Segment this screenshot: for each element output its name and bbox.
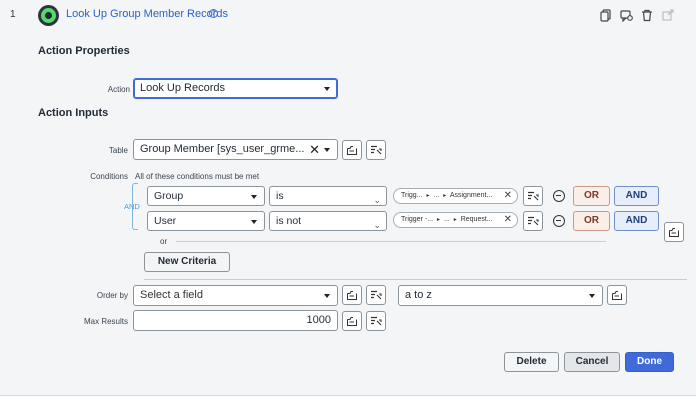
chevron-down-icon: [589, 294, 595, 298]
condition-field-select[interactable]: User: [147, 211, 265, 231]
pill-separator-icon: ▸: [453, 217, 457, 223]
chevron-down-icon: [324, 294, 330, 298]
remove-condition-icon[interactable]: [553, 190, 565, 202]
chevron-down-icon: ⌄: [373, 220, 381, 230]
pill-part: ...: [433, 192, 440, 199]
condition-field-value: User: [154, 215, 177, 227]
max-results-input[interactable]: 1000: [133, 310, 338, 331]
condition-operator-select[interactable]: is not ⌄: [269, 211, 387, 231]
or-button[interactable]: OR: [573, 186, 610, 206]
or-separator-label: or: [160, 237, 168, 246]
data-pill[interactable]: Trigger -... ▸ ... ▸ Request... ✕: [393, 212, 518, 228]
conditions-note: All of these conditions must be met: [135, 172, 260, 181]
action-select[interactable]: Look Up Records: [133, 78, 338, 99]
action-inputs-heading: Action Inputs: [38, 107, 109, 119]
max-results-label: Max Results: [83, 317, 128, 326]
action-label: Action: [107, 85, 130, 94]
data-pill[interactable]: Trigg... ▸ ... ▸ Assignment... ✕: [393, 188, 518, 204]
action-select-value: Look Up Records: [140, 82, 225, 94]
remove-condition-icon[interactable]: [553, 215, 565, 227]
help-icon[interactable]: ?: [209, 9, 218, 18]
conditions-label: Conditions: [90, 172, 128, 181]
condition-operator-value: is not: [276, 215, 302, 227]
and-button[interactable]: AND: [614, 211, 659, 231]
or-button[interactable]: OR: [573, 211, 610, 231]
order-by-select[interactable]: Select a field: [133, 285, 338, 306]
table-label: Table: [108, 146, 128, 155]
pill-part: ...: [443, 216, 450, 223]
table-select-value: Group Member [sys_user_grme...: [140, 143, 305, 155]
pill-separator-icon: ▸: [436, 217, 440, 223]
order-by-placeholder: Select a field: [140, 289, 203, 301]
order-by-label: Order by: [96, 291, 128, 300]
condition-operator-select[interactable]: is ⌄: [269, 186, 387, 206]
chevron-down-icon: [324, 148, 330, 152]
open-external-icon[interactable]: [661, 8, 675, 22]
condition-builder-button[interactable]: [366, 311, 386, 331]
comment-icon[interactable]: [619, 8, 633, 23]
condition-builder-button[interactable]: [366, 140, 386, 160]
pill-separator-icon: ▸: [443, 193, 447, 199]
condition-builder-button[interactable]: [366, 285, 386, 305]
divider: [144, 279, 687, 280]
clear-icon[interactable]: ✕: [309, 140, 320, 159]
trash-icon[interactable]: [640, 8, 654, 22]
data-pill-picker-button[interactable]: [342, 285, 362, 305]
chevron-down-icon: [251, 220, 257, 224]
pill-part: Trigger -...: [401, 216, 434, 223]
action-logo-icon: [38, 5, 59, 26]
data-pill-picker-button[interactable]: [342, 311, 362, 331]
data-pill-picker-button[interactable]: [664, 222, 684, 242]
copy-icon[interactable]: [599, 8, 613, 22]
new-criteria-button[interactable]: New Criteria: [144, 252, 230, 272]
divider: [176, 241, 606, 242]
delete-button[interactable]: Delete: [504, 352, 559, 372]
data-pill-picker-button[interactable]: [607, 285, 627, 305]
condition-builder-button[interactable]: [523, 211, 543, 231]
row-number: 1: [10, 9, 16, 20]
chevron-down-icon: [324, 87, 330, 91]
condition-builder-button[interactable]: [523, 186, 543, 206]
action-panel: 1 Look Up Group Member Records ? Action …: [0, 0, 696, 396]
pill-part: Assignment...: [449, 192, 493, 199]
chevron-down-icon: [251, 195, 257, 199]
remove-pill-icon[interactable]: ✕: [504, 213, 512, 227]
condition-operator-value: is: [276, 190, 284, 202]
action-properties-heading: Action Properties: [38, 45, 130, 57]
and-connector-label: AND: [124, 202, 140, 211]
order-direction-value: a to z: [405, 289, 432, 301]
action-title[interactable]: Look Up Group Member Records: [66, 8, 228, 20]
pill-part: Trigg...: [401, 192, 423, 199]
condition-field-select[interactable]: Group: [147, 186, 265, 206]
and-button[interactable]: AND: [614, 186, 659, 206]
table-select[interactable]: Group Member [sys_user_grme... ✕: [133, 139, 338, 160]
pill-separator-icon: ▸: [426, 193, 430, 199]
condition-field-value: Group: [154, 190, 184, 202]
chevron-down-icon: ⌄: [373, 195, 381, 205]
data-pill-picker-button[interactable]: [342, 140, 362, 160]
pill-part: Request...: [460, 216, 493, 223]
remove-pill-icon[interactable]: ✕: [504, 189, 512, 203]
order-direction-select[interactable]: a to z: [398, 285, 603, 306]
cancel-button[interactable]: Cancel: [564, 352, 620, 372]
done-button[interactable]: Done: [625, 352, 674, 372]
